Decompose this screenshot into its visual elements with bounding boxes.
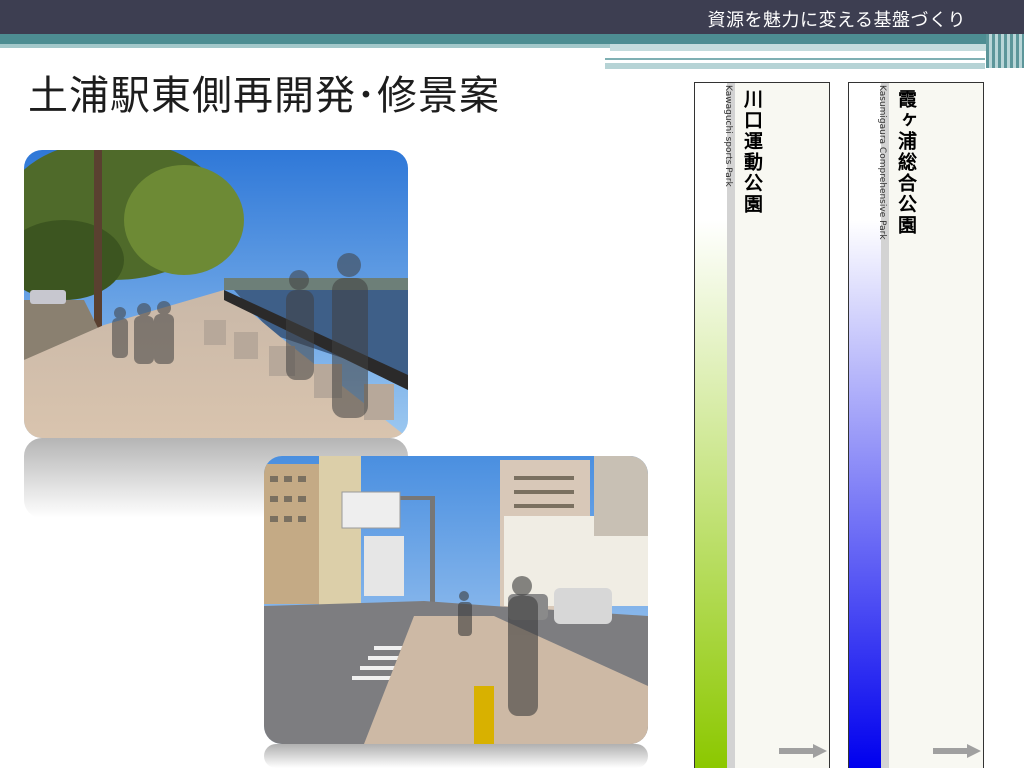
arrow-right-icon — [933, 744, 981, 758]
panel-name-jp: 川口運動公園 — [741, 89, 763, 215]
panel-name-en: Kasumigaura Comprehensive Park — [877, 85, 887, 240]
header-stripe-light — [0, 44, 610, 48]
panel-name-jp: 霞ヶ浦総合公園 — [895, 89, 917, 236]
top-banner: 資源を魅力に変える基盤づくり — [0, 0, 1024, 34]
street-photo-reflection — [264, 744, 648, 768]
street-photo — [264, 456, 648, 744]
header-stripe-light-right — [610, 44, 1024, 51]
header-stripe — [0, 34, 1024, 44]
header-line — [605, 58, 985, 60]
header-line-light — [605, 63, 985, 69]
promenade-photo — [24, 150, 408, 438]
header-pattern — [986, 34, 1024, 68]
slide-title: 土浦駅東側再開発･修景案 — [28, 73, 500, 119]
arrow-right-icon — [779, 744, 827, 758]
panel-kawaguchi: Kawaguchi sports Park 川口運動公園 — [694, 82, 830, 768]
panel-name-en: Kawaguchi sports Park — [723, 85, 733, 187]
panel-kasumigaura: Kasumigaura Comprehensive Park 霞ヶ浦総合公園 — [848, 82, 984, 768]
slide-subtitle: 資源を魅力に変える基盤づくり — [707, 10, 966, 31]
